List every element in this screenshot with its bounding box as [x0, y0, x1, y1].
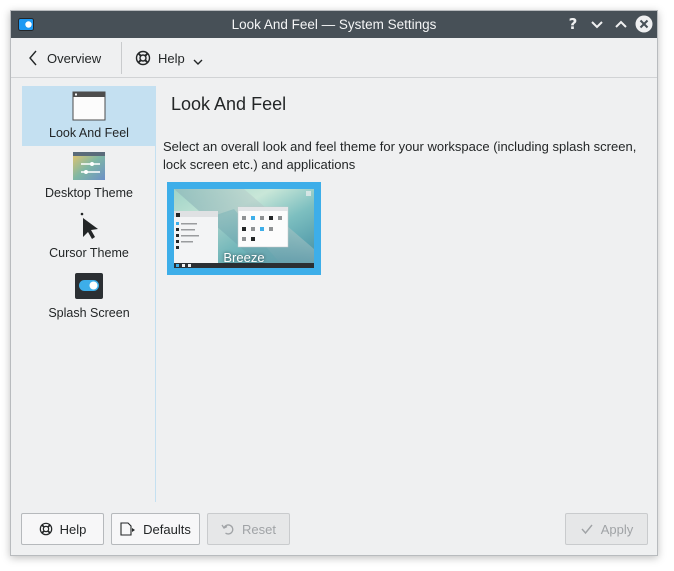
chevron-down-icon [193, 59, 203, 65]
page-title: Look And Feel [171, 94, 287, 114]
reset-button[interactable]: Reset [207, 513, 290, 545]
defaults-button[interactable]: Defaults [111, 513, 200, 545]
toolbar-separator [121, 42, 122, 74]
svg-text:?: ? [569, 15, 578, 33]
description-text: Select an overall look and feel theme fo… [163, 139, 637, 172]
sidebar-item-label: Desktop Theme [44, 186, 133, 200]
window-title: Look And Feel — System Settings [231, 17, 437, 32]
maximize-icon[interactable] [612, 15, 630, 33]
toolbar: Overview Help [11, 38, 657, 78]
sidebar-item-label: Look And Feel [49, 126, 129, 140]
splash-toggle-icon [75, 273, 103, 299]
undo-icon [221, 524, 234, 535]
system-settings-window: Look And Feel — System Settings ? Overvi… [10, 10, 658, 556]
lifebuoy-icon [135, 50, 151, 66]
theme-card-breeze[interactable]: Breeze [167, 182, 321, 275]
theme-name-label: Breeze [223, 250, 265, 265]
sidebar-item-desktop-theme[interactable]: Desktop Theme [22, 146, 156, 206]
document-defaults-icon [120, 522, 136, 536]
desktop-theme-icon [73, 152, 105, 180]
minimize-icon[interactable] [588, 15, 606, 33]
footer-button-bar: Help Defaults Reset Apply [11, 511, 657, 551]
overview-button[interactable]: Overview [27, 47, 101, 69]
help-menu-button[interactable]: Help [135, 47, 204, 69]
chevron-left-icon [29, 50, 37, 66]
checkmark-icon [581, 524, 593, 535]
defaults-button-label: Defaults [143, 521, 191, 537]
sidebar-item-look-and-feel[interactable]: Look And Feel [22, 86, 156, 146]
lifebuoy-icon [39, 522, 52, 536]
window-icon [72, 91, 106, 121]
overview-label: Overview [47, 50, 102, 66]
apply-button-label: Apply [600, 521, 634, 537]
cursor-icon [80, 212, 98, 239]
title-bar[interactable]: Look And Feel — System Settings ? [11, 11, 657, 38]
help-button[interactable]: Help [21, 513, 104, 545]
help-button-label: Help [59, 521, 87, 537]
help-icon[interactable]: ? [564, 15, 582, 33]
sidebar-item-label: Cursor Theme [49, 246, 129, 260]
sidebar-item-label: Splash Screen [48, 306, 130, 320]
sidebar-item-splash-screen[interactable]: Splash Screen [22, 266, 156, 326]
reset-button-label: Reset [242, 521, 276, 537]
close-icon[interactable] [635, 15, 653, 33]
help-label: Help [158, 50, 185, 66]
sidebar: Look And Feel Desktop Theme Cursor Theme… [22, 86, 156, 502]
main-content: Look And Feel Select an overall look and… [157, 86, 657, 502]
apply-button[interactable]: Apply [565, 513, 648, 545]
sidebar-item-cursor-theme[interactable]: Cursor Theme [22, 206, 156, 266]
